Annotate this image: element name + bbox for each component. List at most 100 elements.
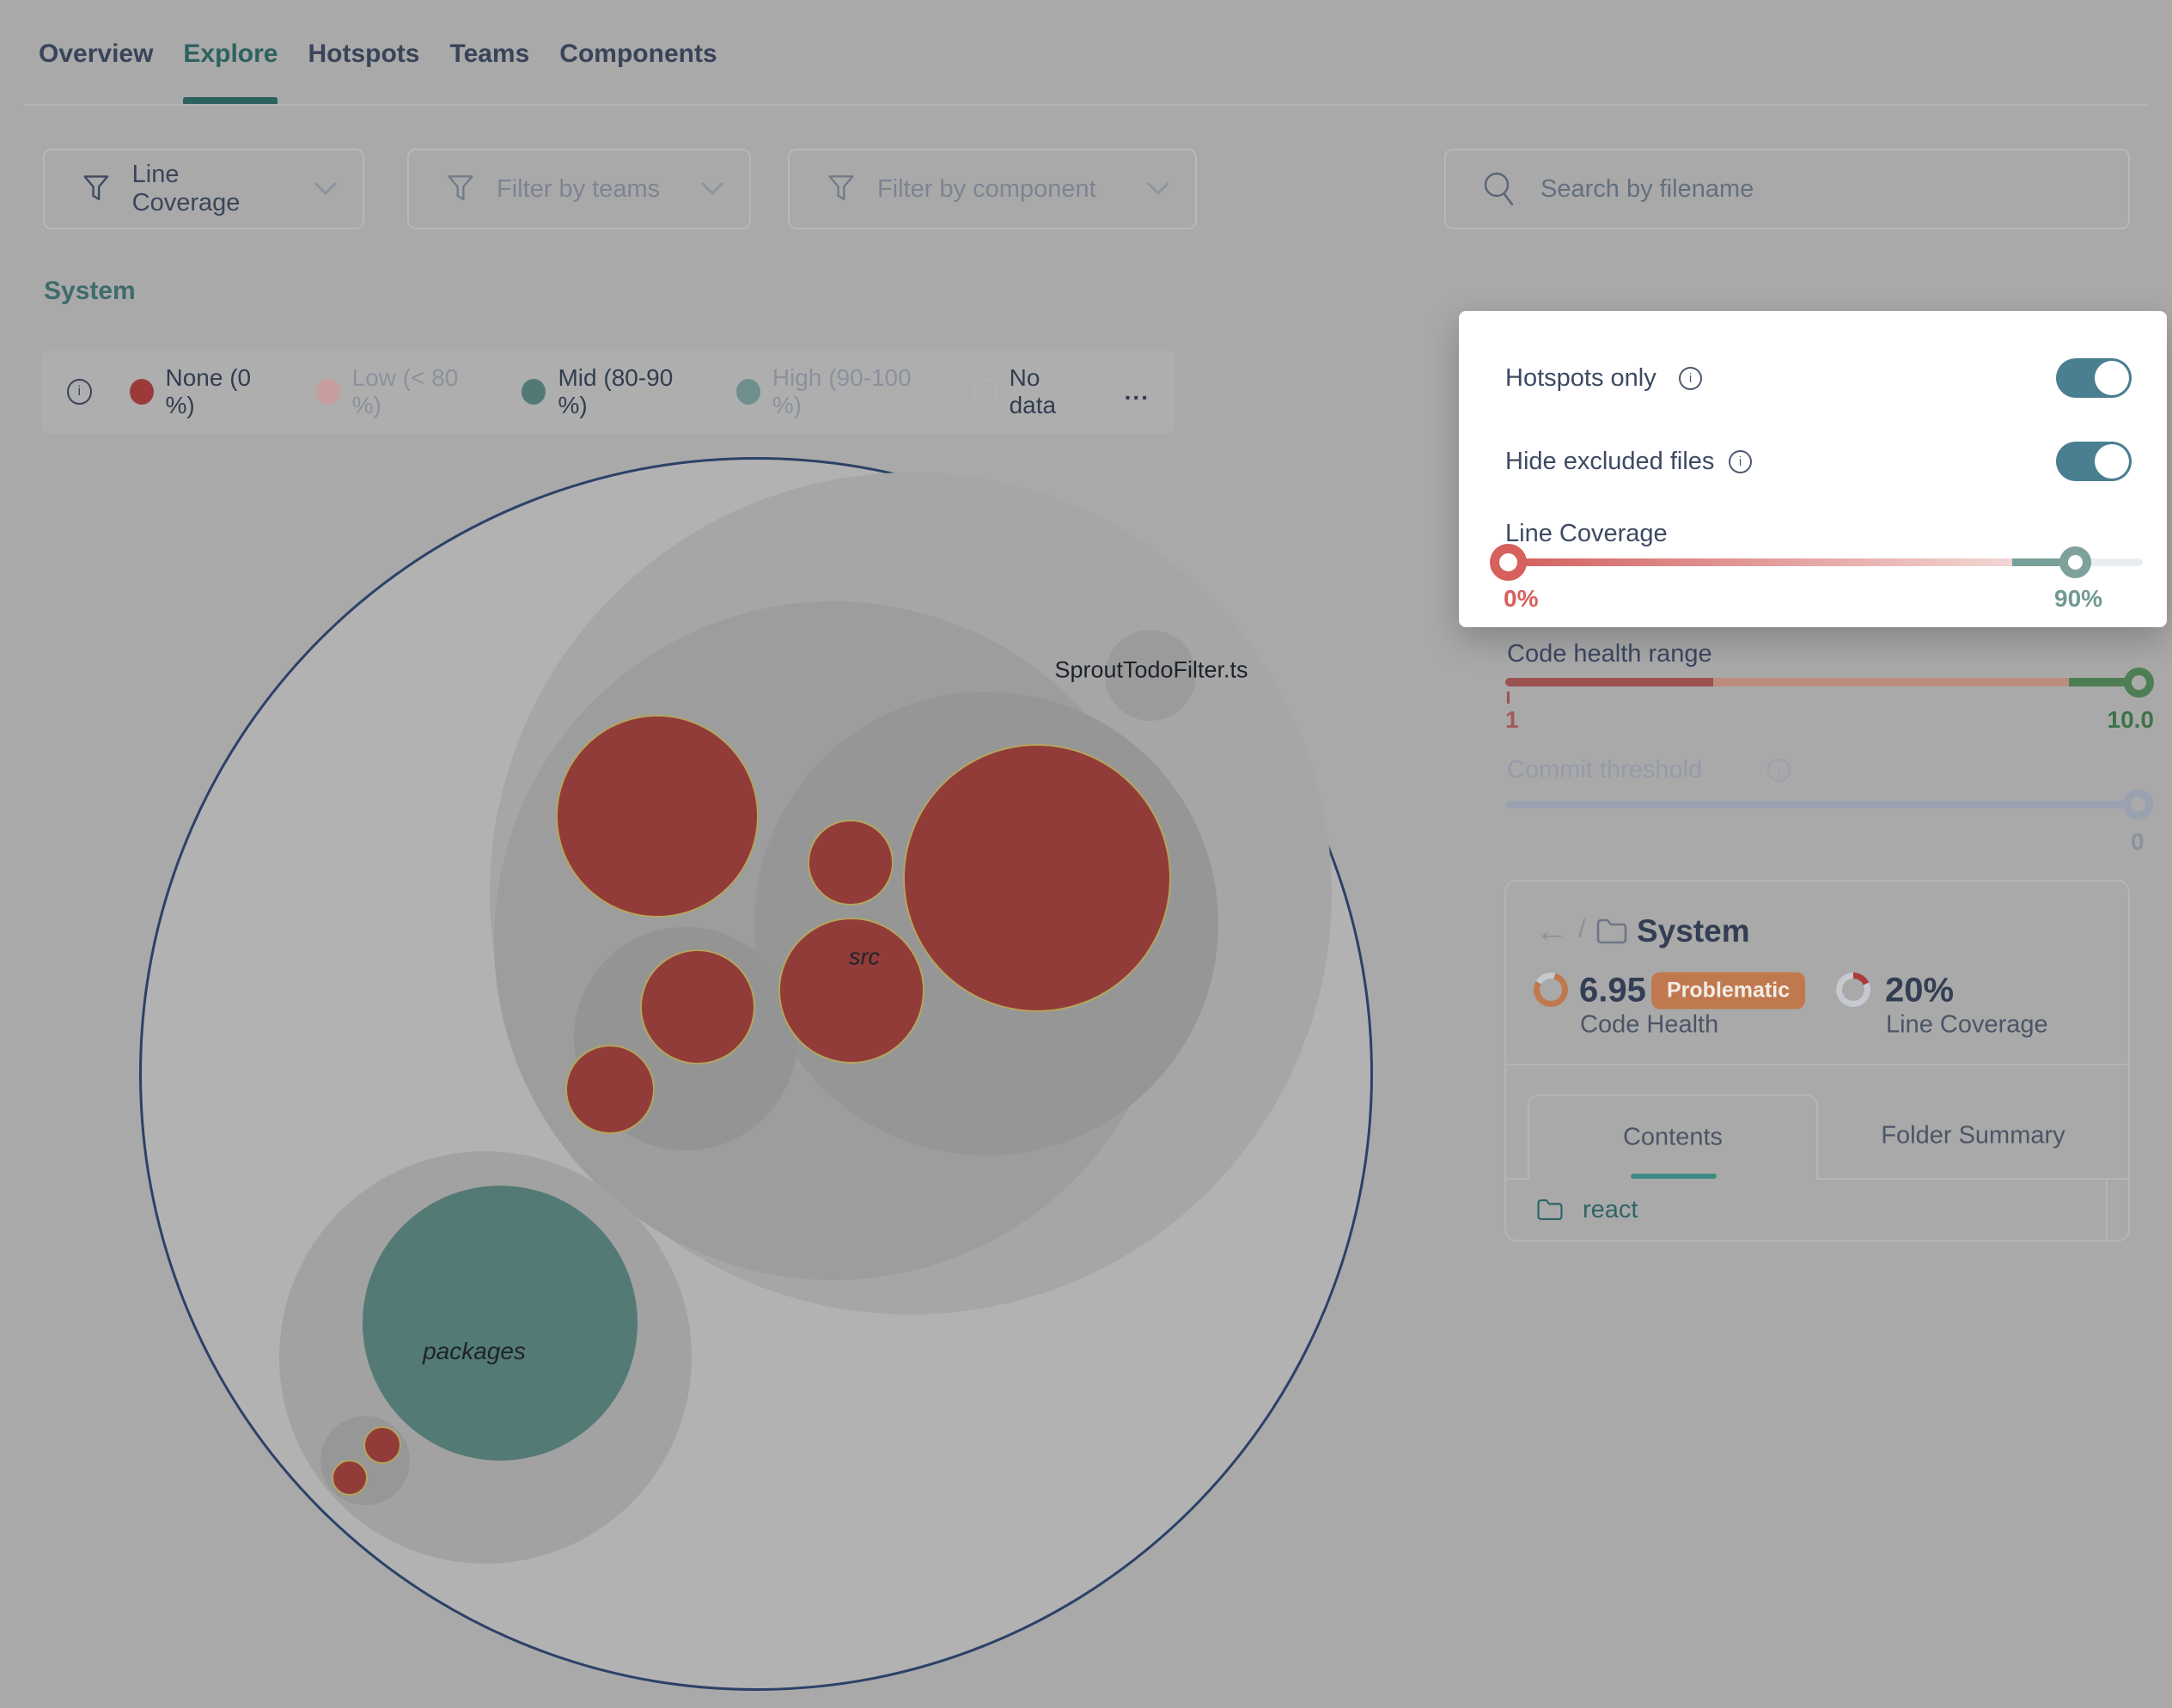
filters-spotlight-panel: Hotspots only i Hide excluded files i Li… [1459, 311, 2167, 627]
code-health-range-label: Code health range [1507, 640, 1712, 668]
code-health-max-label: 10.0 [2094, 706, 2154, 734]
legend-dot-none [130, 379, 154, 405]
problematic-badge: Problematic [1651, 973, 1805, 1010]
bubble-folder-src[interactable] [778, 918, 924, 1064]
bubble-label-sprout: SproutTodoFilter.ts [1054, 657, 1248, 684]
hotspots-only-info-icon[interactable]: i [1679, 367, 1702, 390]
chevron-down-icon [1147, 182, 1169, 196]
bubble-file-red-5[interactable] [640, 949, 755, 1064]
legend-more-button[interactable]: ... [1125, 378, 1150, 406]
card-title: System [1637, 913, 1750, 949]
search-input[interactable] [1541, 175, 2056, 204]
legend-item-mid[interactable]: Mid (80-90 %) [522, 364, 698, 419]
tab-teams-label: Teams [449, 40, 529, 68]
legend-item-none[interactable]: None (0 %) [130, 364, 278, 419]
tab-hotspots-label: Hotspots [308, 40, 419, 68]
hotspots-only-toggle[interactable] [2056, 358, 2132, 398]
code-health-donut [1534, 973, 1568, 1007]
slider-seg-red[interactable] [1505, 678, 1713, 686]
funnel-icon [82, 174, 110, 204]
tab-folder-summary[interactable]: Folder Summary [1818, 1095, 2128, 1180]
chevron-down-icon [701, 182, 723, 196]
bubble-file-red-3[interactable] [903, 744, 1171, 1012]
legend-item-low[interactable]: Low (< 80 %) [316, 364, 485, 419]
bubble-file-red-7[interactable] [363, 1426, 401, 1464]
legend-dot-high [736, 379, 760, 405]
toggle-knob [2095, 361, 2129, 395]
list-scrollbar-gutter [2106, 1180, 2108, 1240]
hide-excluded-label: Hide excluded files [1505, 448, 1714, 476]
nav-divider [24, 104, 2148, 106]
tab-teams[interactable]: Teams [449, 40, 529, 106]
coverage-legend: i None (0 %) Low (< 80 %) Mid (80-90 %) … [41, 349, 1175, 435]
tab-contents[interactable]: Contents [1528, 1095, 1818, 1180]
filter-by-component-dropdown[interactable]: Filter by component [788, 149, 1197, 229]
slider-min-label: 0% [1504, 585, 1538, 613]
folder-row-label: react [1583, 1196, 1638, 1224]
legend-label: High (90-100 %) [772, 364, 936, 419]
code-health-value: 6.95 [1579, 972, 1646, 1010]
tab-folder-summary-label: Folder Summary [1818, 1122, 2128, 1150]
folder-icon [1595, 918, 1628, 945]
funnel-icon [827, 174, 855, 204]
hide-excluded-toggle[interactable] [2056, 442, 2132, 481]
legend-label: None (0 %) [166, 364, 278, 419]
bubble-label-packages: packages [423, 1338, 526, 1365]
commit-threshold-label: Commit threshold [1507, 756, 1702, 784]
tab-hotspots[interactable]: Hotspots [308, 40, 419, 106]
legend-label: Mid (80-90 %) [558, 364, 698, 419]
line-coverage-slider-label: Line Coverage [1505, 520, 1668, 548]
slider-seg-tan[interactable] [1713, 678, 2069, 686]
active-card-tab-underline [1631, 1174, 1717, 1179]
commit-threshold-info-icon[interactable]: i [1767, 759, 1791, 782]
code-health-handle[interactable] [2124, 668, 2154, 698]
tab-overview[interactable]: Overview [39, 40, 153, 106]
commit-threshold-value: 0 [2131, 828, 2145, 856]
slider-track-red[interactable] [1507, 558, 2012, 566]
line-coverage-donut [1836, 973, 1870, 1007]
bubble-file-red-8[interactable] [332, 1460, 368, 1496]
legend-dot-mid [522, 379, 546, 405]
filter-by-teams-dropdown[interactable]: Filter by teams [407, 149, 751, 229]
legend-info-icon[interactable]: i [67, 379, 92, 405]
tab-components[interactable]: Components [559, 40, 717, 106]
card-divider [1506, 1064, 2128, 1065]
slider-handle-max[interactable] [2059, 546, 2091, 578]
hotspots-only-label: Hotspots only [1505, 364, 1656, 393]
bubble-file-red-6[interactable] [565, 1045, 655, 1134]
code-health-caption: Code Health [1580, 1011, 1718, 1040]
filter-selected-value: Line Coverage [132, 161, 293, 217]
commit-threshold-track[interactable] [1505, 801, 2148, 808]
hide-excluded-info-icon[interactable]: i [1729, 450, 1752, 473]
chevron-down-icon [314, 182, 337, 196]
search-icon [1482, 171, 1516, 207]
legend-dot-nodata [973, 379, 998, 405]
tab-explore[interactable]: Explore [183, 40, 278, 106]
app-root: Overview Explore Hotspots Teams Componen… [0, 0, 2172, 1708]
line-coverage-value: 20% [1885, 972, 1954, 1010]
slider-max-label: 90% [2054, 585, 2102, 613]
tab-overview-label: Overview [39, 40, 153, 68]
bubble-folder-tiny[interactable] [320, 1416, 410, 1505]
tab-components-label: Components [559, 40, 717, 68]
legend-item-high[interactable]: High (90-100 %) [736, 364, 936, 419]
slider-handle-min[interactable] [1490, 544, 1527, 581]
toggle-knob [2095, 444, 2129, 479]
bubble-folder-packages[interactable] [363, 1186, 638, 1461]
bubble-file-red-1[interactable] [556, 715, 759, 918]
search-box [1444, 149, 2130, 229]
top-nav: Overview Explore Hotspots Teams Componen… [39, 40, 717, 106]
folder-detail-card: ← / System 6.95 Problematic Code Health … [1504, 880, 2130, 1241]
legend-item-nodata[interactable]: No data [973, 364, 1087, 419]
legend-dot-low [316, 379, 340, 405]
folder-row-react[interactable]: react [1506, 1180, 2128, 1240]
bubble-file-red-2[interactable] [808, 820, 894, 906]
legend-label: Low (< 80 %) [352, 364, 485, 419]
commit-threshold-handle[interactable] [2123, 790, 2153, 820]
code-health-min-label: 1 [1505, 706, 1519, 734]
breadcrumb-system[interactable]: System [44, 277, 136, 306]
bubble-label-src: src [849, 944, 880, 971]
line-coverage-filter-dropdown[interactable]: Line Coverage [43, 149, 364, 229]
legend-label: No data [1010, 364, 1087, 419]
code-health-min-tick [1507, 692, 1510, 704]
